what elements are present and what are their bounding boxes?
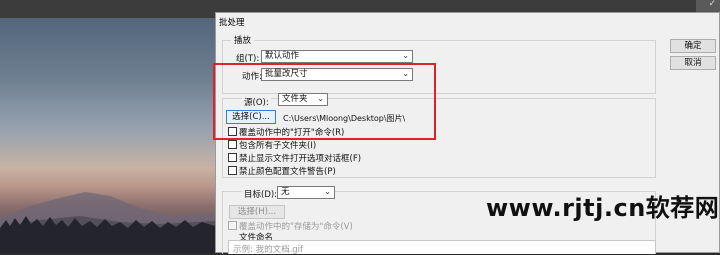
window-control[interactable]: ✓ (696, 0, 720, 12)
destination-label: 目标(D): (242, 188, 280, 200)
choose-destination-button[interactable]: 选择(H)... (229, 205, 285, 219)
play-legend: 播放 (231, 34, 255, 46)
include-subfolders-label: 包含所有子文件夹(I) (239, 141, 317, 151)
file-naming-box: 示例: 我的文档.gif (228, 240, 656, 255)
override-save-checkbox[interactable] (228, 221, 237, 230)
ok-button[interactable]: 确定 (670, 39, 716, 53)
chevron-down-icon: ⌄ (402, 51, 409, 60)
cancel-button[interactable]: 取消 (670, 56, 716, 70)
destination-select[interactable]: 无 ⌄ (277, 186, 335, 199)
destination-select-value: 无 (281, 187, 290, 197)
canvas-photo (0, 18, 215, 253)
set-select-value: 默认动作 (265, 51, 300, 61)
tree-line (0, 216, 215, 253)
dialog-title: 批处理 (219, 18, 245, 28)
suppress-open-dialog-label: 禁止显示文件打开选项对话框(F) (239, 154, 362, 164)
site-watermark: www.rjtj.cn软荐网 (486, 194, 720, 222)
set-select[interactable]: 默认动作 ⌄ (261, 50, 413, 63)
chevron-down-icon: ⌄ (324, 187, 331, 196)
suppress-color-warning-label: 禁止颜色配置文件警告(P) (239, 167, 336, 177)
file-naming-example: 示例: 我的文档.gif (233, 245, 304, 255)
include-subfolders-checkbox[interactable] (228, 140, 237, 149)
check-icon: ✓ (708, 0, 716, 9)
highlight-box (213, 63, 436, 140)
suppress-open-dialog-checkbox[interactable] (228, 153, 237, 162)
suppress-color-warning-checkbox[interactable] (228, 166, 237, 175)
